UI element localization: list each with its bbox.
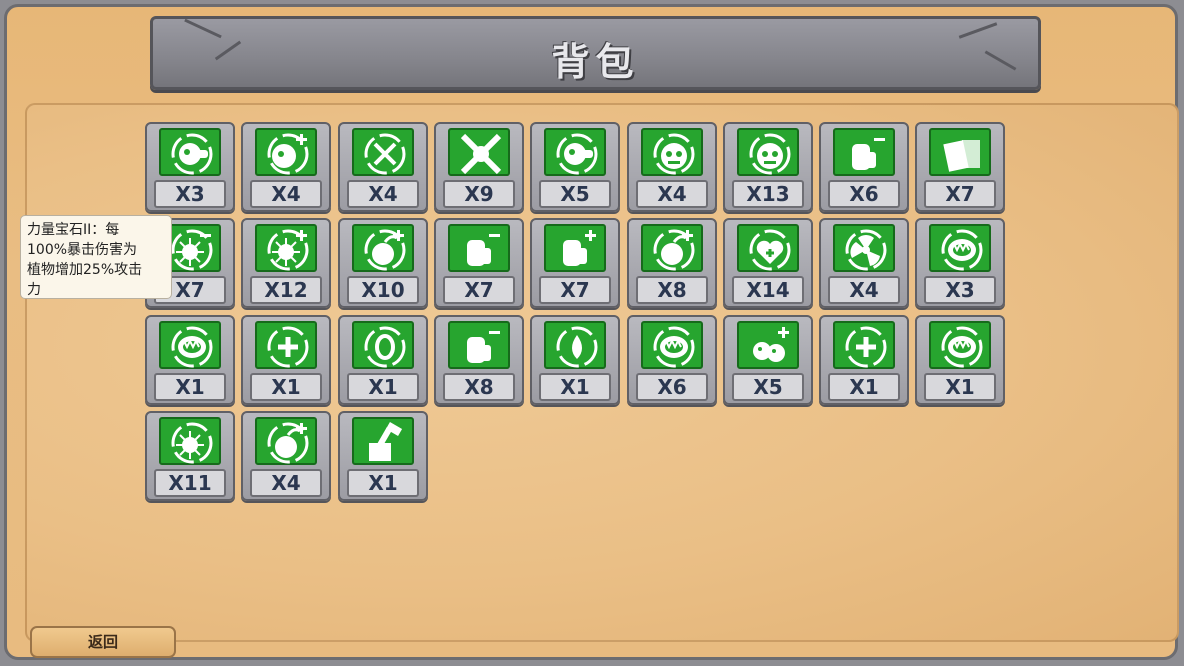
inventory-slot[interactable]: X14	[723, 218, 813, 308]
item-count: X1	[347, 469, 419, 497]
item-count: X7	[539, 276, 611, 304]
chomper-icon	[929, 321, 991, 369]
inventory-slot[interactable]: X12	[241, 218, 331, 308]
repeater-icon	[544, 128, 606, 176]
fist-minus-icon	[448, 224, 510, 272]
crowned-zombie-icon	[737, 128, 799, 176]
inventory-slot[interactable]: X4	[241, 411, 331, 501]
crosshair-x-icon	[448, 128, 510, 176]
peashooter-icon	[159, 128, 221, 176]
hammer-box-icon	[352, 417, 414, 465]
cherry-bomb-icon	[352, 224, 414, 272]
inventory-slot[interactable]: X7	[530, 218, 620, 308]
inventory-slot[interactable]: X9	[434, 122, 524, 212]
item-count: X4	[828, 276, 900, 304]
item-count: X4	[347, 180, 419, 208]
drop-icon	[544, 321, 606, 369]
inventory-slot[interactable]: X4	[627, 122, 717, 212]
inventory-slot[interactable]: X10	[338, 218, 428, 308]
item-count: X12	[250, 276, 322, 304]
chomper-icon	[929, 224, 991, 272]
inventory-slot[interactable]: X6	[819, 122, 909, 212]
inventory-slot[interactable]: X1	[241, 315, 331, 405]
item-count: X1	[154, 373, 226, 401]
fan-icon	[833, 224, 895, 272]
item-count: X8	[636, 276, 708, 304]
zero-icon	[352, 321, 414, 369]
inventory-slot[interactable]: X3	[145, 122, 235, 212]
fist-plus-icon	[544, 224, 606, 272]
hammer-minus-icon	[448, 321, 510, 369]
item-count: X14	[732, 276, 804, 304]
inventory-slot[interactable]: X7	[915, 122, 1005, 212]
tooltip-line: 力量宝石II：每	[27, 222, 120, 238]
bomb-plus-icon	[255, 417, 317, 465]
inventory-slot[interactable]: X1	[145, 315, 235, 405]
item-count: X7	[924, 180, 996, 208]
inventory-slot[interactable]: X7	[434, 218, 524, 308]
seeds-plus-icon	[737, 321, 799, 369]
item-count: X11	[154, 469, 226, 497]
sun-plus-icon	[255, 224, 317, 272]
back-button[interactable]: 返回	[30, 626, 176, 658]
item-count: X4	[250, 469, 322, 497]
heart-plus-icon	[737, 224, 799, 272]
page-title: 背包	[551, 40, 640, 84]
inventory-slot[interactable]: X5	[723, 315, 813, 405]
inventory-slot[interactable]: X3	[915, 218, 1005, 308]
item-count: X5	[539, 180, 611, 208]
heat-plus-icon	[833, 321, 895, 369]
item-count: X7	[443, 276, 515, 304]
target-cross-icon	[352, 128, 414, 176]
item-count: X1	[539, 373, 611, 401]
inventory-slot[interactable]: X8	[434, 315, 524, 405]
chomper-icon	[159, 321, 221, 369]
tooltip-line: 植物增加25%攻击	[27, 262, 143, 278]
bomb-plus-icon	[641, 224, 703, 272]
zombie-face-icon	[641, 128, 703, 176]
circle-plus-icon	[255, 321, 317, 369]
seed-plus-icon	[255, 128, 317, 176]
inventory-slot[interactable]: X6	[627, 315, 717, 405]
item-count: X1	[924, 373, 996, 401]
item-count: X3	[154, 180, 226, 208]
item-count: X3	[924, 276, 996, 304]
inventory-slot[interactable]: X1	[530, 315, 620, 405]
tooltip-line: 力	[27, 282, 41, 298]
gear-sun-icon	[159, 417, 221, 465]
title-banner: 背包	[150, 16, 1041, 90]
hand-minus-icon	[833, 128, 895, 176]
inventory-slot[interactable]: X5	[530, 122, 620, 212]
item-tooltip: 力量宝石II：每 100%暴击伤害为 植物增加25%攻击 力	[20, 215, 172, 299]
item-count: X8	[443, 373, 515, 401]
item-count: X4	[636, 180, 708, 208]
item-count: X10	[347, 276, 419, 304]
inventory-slot[interactable]: X4	[241, 122, 331, 212]
item-count: X9	[443, 180, 515, 208]
item-count: X6	[636, 373, 708, 401]
item-count: X5	[732, 373, 804, 401]
item-count: X6	[828, 180, 900, 208]
flame-mouth-icon	[641, 321, 703, 369]
item-count: X13	[732, 180, 804, 208]
item-count: X1	[250, 373, 322, 401]
inventory-slot[interactable]: X11	[145, 411, 235, 501]
item-count: X1	[347, 373, 419, 401]
inventory-slot[interactable]: X1	[338, 315, 428, 405]
tooltip-line: 100%暴击伤害为	[27, 242, 138, 258]
inventory-slot[interactable]: X8	[627, 218, 717, 308]
inventory-slot[interactable]: X1	[819, 315, 909, 405]
item-count: X4	[250, 180, 322, 208]
item-count: X1	[828, 373, 900, 401]
inventory-slot[interactable]: X1	[915, 315, 1005, 405]
card-icon	[929, 128, 991, 176]
inventory-slot[interactable]: X4	[338, 122, 428, 212]
inventory-slot[interactable]: X1	[338, 411, 428, 501]
inventory-slot[interactable]: X4	[819, 218, 909, 308]
inventory-slot[interactable]: X13	[723, 122, 813, 212]
